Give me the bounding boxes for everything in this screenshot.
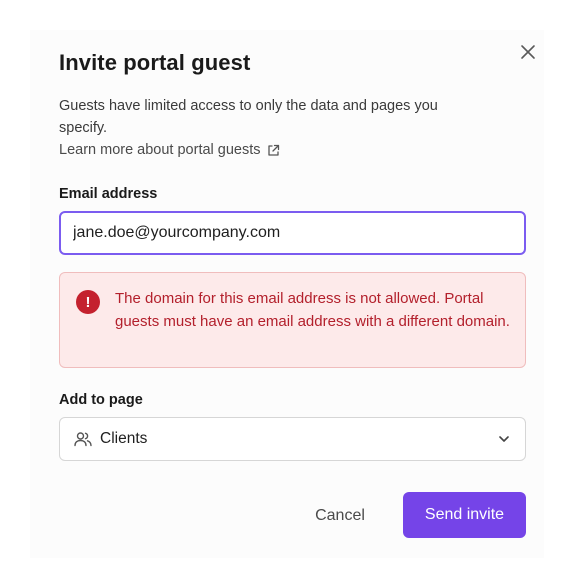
email-label: Email address [59,186,158,202]
cancel-button[interactable]: Cancel [300,494,380,538]
email-input[interactable] [59,211,526,255]
learn-more-label: Learn more about portal guests [59,142,261,158]
add-to-page-label: Add to page [59,392,143,408]
chevron-down-icon [497,432,511,446]
error-message: The domain for this email address is not… [115,290,510,330]
dialog-title: Invite portal guest [59,50,251,75]
dialog-description: Guests have limited access to only the d… [59,98,438,136]
learn-more-link[interactable]: Learn more about portal guests [59,139,280,161]
page-select-value: Clients [100,430,148,447]
send-invite-button[interactable]: Send invite [403,492,526,538]
page-select[interactable]: Clients [59,417,526,461]
close-button[interactable] [514,38,542,66]
external-link-icon [267,144,279,156]
error-banner: ! The domain for this email address is n… [59,272,526,368]
alert-circle-icon: ! [76,290,100,314]
people-icon [74,431,92,447]
close-icon [521,45,535,59]
